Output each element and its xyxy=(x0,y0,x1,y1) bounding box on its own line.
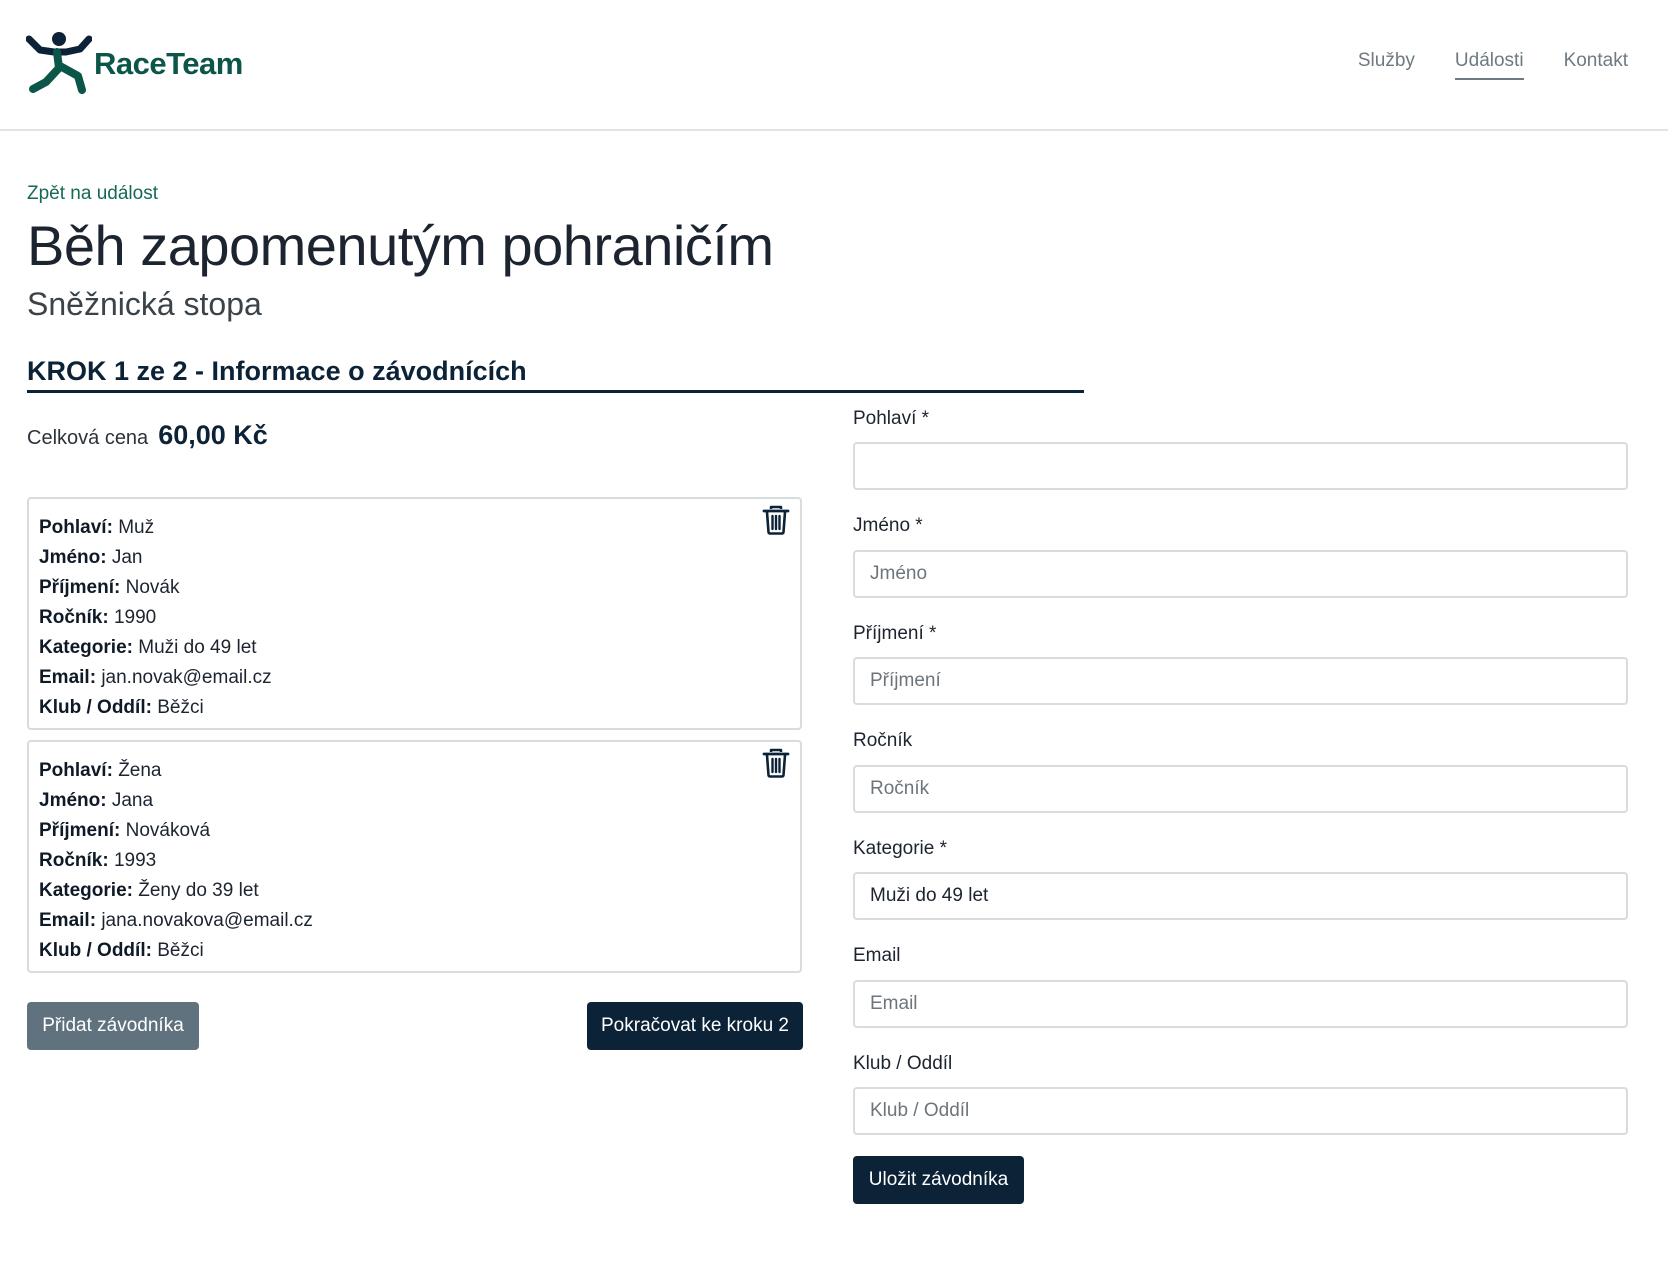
trash-icon[interactable] xyxy=(762,505,790,535)
last-name-input[interactable]: Příjmení xyxy=(853,657,1628,705)
racer-row: Klub / Oddíl: Běžci xyxy=(39,936,790,966)
racer-row: Jméno: Jana xyxy=(39,786,790,816)
trash-icon[interactable] xyxy=(762,748,790,778)
continue-step-2-button[interactable]: Pokračovat ke kroku 2 xyxy=(587,1002,803,1050)
racer-field-value: Novák xyxy=(125,577,180,598)
brand-name: RaceTeam xyxy=(94,45,243,81)
email-label: Email xyxy=(853,945,901,966)
racer-row: Pohlaví: Žena xyxy=(39,756,790,786)
site-header: RaceTeam Služby Události Kontakt xyxy=(0,0,1668,131)
brand-logo[interactable]: RaceTeam xyxy=(26,30,243,96)
racer-card: Pohlaví: Žena Jméno: Jana Příjmení: Nová… xyxy=(27,740,802,973)
racer-row: Ročník: 1993 xyxy=(39,846,790,876)
racer-field-value: Běžci xyxy=(157,697,204,718)
page-subtitle: Sněžnická stopa xyxy=(27,286,262,322)
category-label: Kategorie * xyxy=(853,838,948,859)
racer-row: Kategorie: Ženy do 39 let xyxy=(39,876,790,906)
racer-field-key: Klub / Oddíl: xyxy=(39,940,152,961)
racer-field-value: Žena xyxy=(118,760,162,781)
racer-row: Email: jan.novak@email.cz xyxy=(39,663,790,693)
racer-field-key: Ročník: xyxy=(39,850,109,871)
birth-year-input[interactable]: Ročník xyxy=(853,765,1628,813)
racer-field-key: Kategorie: xyxy=(39,637,133,658)
racer-row: Pohlaví: Muž xyxy=(39,513,790,543)
racer-field-value: jan.novak@email.cz xyxy=(101,667,272,688)
last-name-label: Příjmení * xyxy=(853,623,937,644)
racer-field-value: Nováková xyxy=(125,820,211,841)
racer-field-key: Email: xyxy=(39,910,97,931)
add-racer-button[interactable]: Přidat závodníka xyxy=(27,1002,199,1050)
racer-field-value: Ženy do 39 let xyxy=(138,880,259,901)
racer-field-value: Muž xyxy=(118,517,155,538)
racer-field-key: Jméno: xyxy=(39,790,107,811)
club-label: Klub / Oddíl xyxy=(853,1053,953,1074)
racer-card: Pohlaví: Muž Jméno: Jan Příjmení: Novák … xyxy=(27,497,802,730)
racer-row: Email: jana.novakova@email.cz xyxy=(39,906,790,936)
nav-item-sluzby[interactable]: Služby xyxy=(1358,50,1415,80)
racer-field-key: Příjmení: xyxy=(39,820,121,841)
runner-logo-icon xyxy=(26,32,92,94)
racer-field-value: 1993 xyxy=(113,850,157,871)
email-input[interactable]: Email xyxy=(853,980,1628,1028)
total-price-label: Celková cena xyxy=(27,427,149,449)
total-price-value: 60,00 Kč xyxy=(158,420,268,450)
first-name-input[interactable]: Jméno xyxy=(853,550,1628,598)
page-title: Běh zapomenutým pohraničím xyxy=(27,214,774,277)
racer-field-key: Kategorie: xyxy=(39,880,133,901)
racer-field-key: Jméno: xyxy=(39,547,107,568)
first-name-label: Jméno * xyxy=(853,515,923,536)
birth-year-label: Ročník xyxy=(853,730,913,751)
racer-field-key: Pohlaví: xyxy=(39,517,113,538)
racer-field-value: jana.novakova@email.cz xyxy=(101,910,313,931)
gender-label: Pohlaví * xyxy=(853,408,930,429)
nav-item-udalosti[interactable]: Události xyxy=(1454,50,1524,80)
nav-item-kontakt[interactable]: Kontakt xyxy=(1564,50,1628,80)
racer-row: Ročník: 1990 xyxy=(39,603,790,633)
main-nav: Služby Události Kontakt xyxy=(1358,50,1628,80)
step-heading: KROK 1 ze 2 - Informace o závodnících xyxy=(27,353,1084,393)
racer-row: Jméno: Jan xyxy=(39,543,790,573)
racer-field-value: Jan xyxy=(111,547,143,568)
total-price: Celková cena 60,00 Kč xyxy=(27,420,268,451)
racer-field-value: 1990 xyxy=(113,607,157,628)
club-input[interactable]: Klub / Oddíl xyxy=(853,1087,1628,1135)
save-racer-button[interactable]: Uložit závodníka xyxy=(853,1156,1024,1204)
racer-field-key: Příjmení: xyxy=(39,577,121,598)
racer-row: Příjmení: Novák xyxy=(39,573,790,603)
racer-field-value: Jana xyxy=(111,790,154,811)
category-select[interactable]: Muži do 49 let xyxy=(853,872,1628,920)
racer-row: Příjmení: Nováková xyxy=(39,816,790,846)
back-to-event-link[interactable]: Zpět na událost xyxy=(27,183,158,205)
racer-field-key: Ročník: xyxy=(39,607,109,628)
racer-field-key: Klub / Oddíl: xyxy=(39,697,152,718)
racer-field-value: Běžci xyxy=(157,940,204,961)
racer-field-value: Muži do 49 let xyxy=(138,637,257,658)
racer-field-key: Pohlaví: xyxy=(39,760,113,781)
racer-row: Kategorie: Muži do 49 let xyxy=(39,633,790,663)
gender-select[interactable] xyxy=(853,442,1628,490)
racer-row: Klub / Oddíl: Běžci xyxy=(39,693,790,723)
racer-field-key: Email: xyxy=(39,667,97,688)
